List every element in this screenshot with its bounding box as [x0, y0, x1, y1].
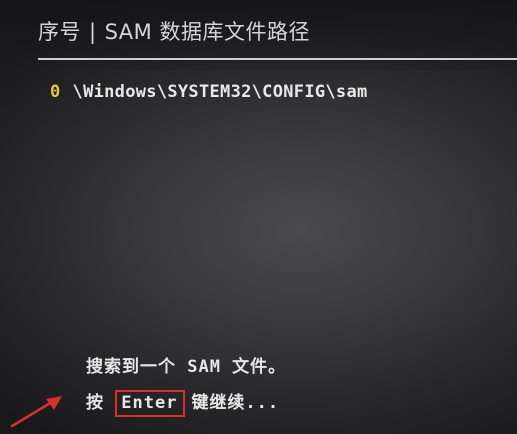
sam-file-entry[interactable]: 0 \Windows\SYSTEM32\CONFIG\sam	[50, 82, 368, 102]
enter-key-highlight[interactable]: Enter	[115, 390, 186, 417]
press-suffix: 键继续...	[191, 393, 280, 413]
header-col-path: SAM 数据库文件路径	[104, 20, 310, 44]
continue-prompt: 按 Enter 键继续...	[86, 388, 279, 417]
red-arrow-icon	[10, 396, 62, 428]
dos-console-screen: 序号 | SAM 数据库文件路径 0 \Windows\SYSTEM32\CONFIG…	[0, 0, 517, 434]
entry-index: 0	[50, 82, 61, 102]
header-separator: |	[89, 20, 97, 44]
header-col-index: 序号	[38, 20, 81, 44]
enter-key-label: Enter	[121, 393, 178, 413]
found-message: 搜索到一个 SAM 文件。	[86, 357, 287, 377]
table-header: 序号 | SAM 数据库文件路径	[38, 16, 310, 46]
press-prefix: 按	[86, 393, 104, 413]
entry-path: \Windows\SYSTEM32\CONFIG\sam	[72, 82, 368, 102]
header-divider	[38, 58, 517, 60]
